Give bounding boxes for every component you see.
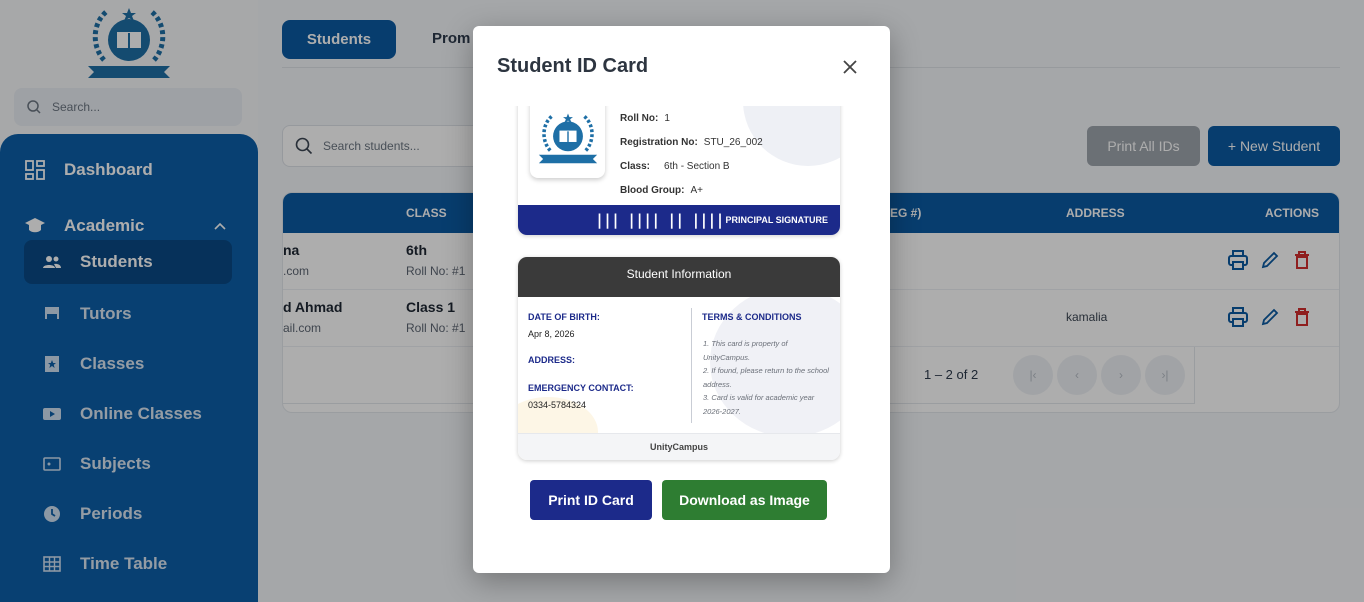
id-card-dialog: Student ID Card Roll No: 1 Registration N… xyxy=(473,26,890,573)
print-id-card-button[interactable]: Print ID Card xyxy=(530,480,652,520)
roll-label: Roll No: xyxy=(620,113,659,124)
blood-group-field: Blood Group: A+ xyxy=(620,185,703,196)
roll-value: 1 xyxy=(664,113,670,124)
terms-item: 1. This card is property of UnityCampus. xyxy=(703,339,788,362)
emergency-label: EMERGENCY CONTACT: xyxy=(528,383,634,393)
barcode: ||| |||| || |||| xyxy=(595,211,724,229)
registration-value: STU_26_002 xyxy=(703,137,763,148)
terms-item: 3. Card is valid for academic year 2026-… xyxy=(703,393,815,416)
id-card-back: Student Information DATE OF BIRTH: Apr 8… xyxy=(518,257,840,460)
dob-value: Apr 8, 2026 xyxy=(528,329,575,339)
signature-bar: ||| |||| || |||| PRINCIPAL SIGNATURE xyxy=(518,205,840,235)
terms-list: 1. This card is property of UnityCampus.… xyxy=(703,337,833,418)
student-info-heading: Student Information xyxy=(518,257,840,297)
download-image-button[interactable]: Download as Image xyxy=(662,480,827,520)
dialog-title: Student ID Card xyxy=(497,55,649,77)
id-card-preview: Roll No: 1 Registration No: STU_26_002 Cla… xyxy=(473,106,890,573)
dob-label: DATE OF BIRTH: xyxy=(528,312,600,322)
class-label: Class: xyxy=(620,161,651,172)
registration-label: Registration No: xyxy=(620,137,698,148)
close-icon[interactable] xyxy=(840,57,860,77)
class-field: Class: 6th - Section B xyxy=(620,161,730,172)
id-card-front: Roll No: 1 Registration No: STU_26_002 Cla… xyxy=(518,106,840,235)
info-divider xyxy=(691,308,692,423)
terms-item: 2. If found, please return to the school… xyxy=(703,366,829,389)
blood-group-label: Blood Group: xyxy=(620,185,685,196)
class-value: 6th - Section B xyxy=(664,161,730,172)
roll-field: Roll No: 1 xyxy=(620,113,670,124)
blood-group-value: A+ xyxy=(690,185,703,196)
address-label: ADDRESS: xyxy=(528,355,576,365)
registration-field: Registration No: STU_26_002 xyxy=(620,137,763,148)
terms-title: TERMS & CONDITIONS xyxy=(702,312,802,322)
emergency-value: 0334-5784324 xyxy=(528,400,587,410)
card-footer: UnityCampus xyxy=(518,433,840,460)
principal-signature: PRINCIPAL SIGNATURE xyxy=(725,215,829,225)
card-logo-icon xyxy=(530,106,605,178)
